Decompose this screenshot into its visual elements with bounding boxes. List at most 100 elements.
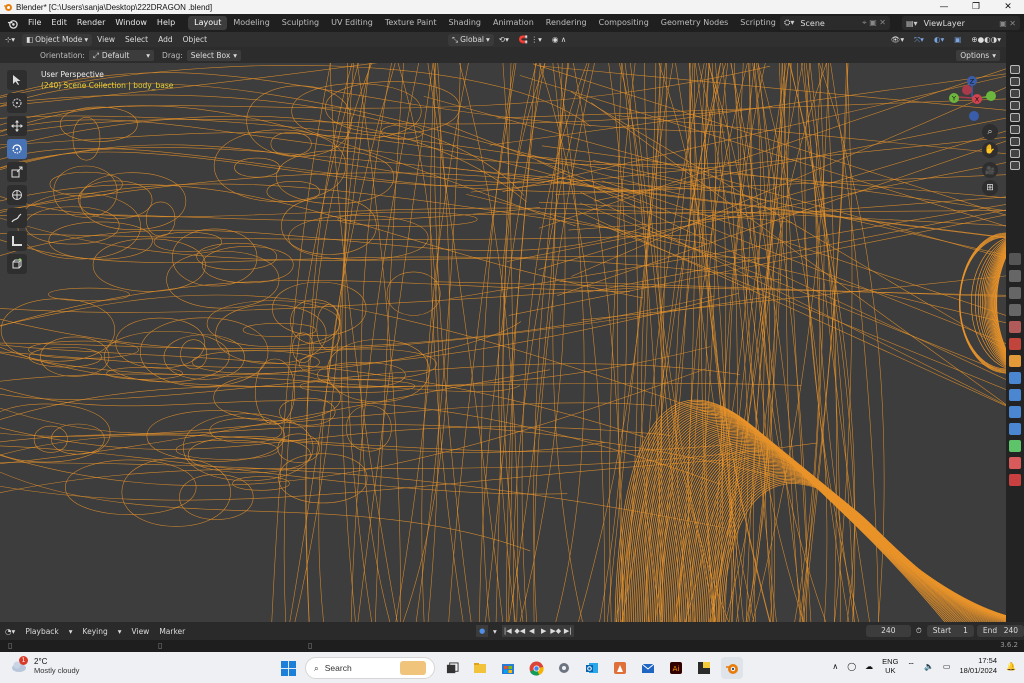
transform-orientation-dropdown[interactable]: ⤡ Global ▾ bbox=[448, 33, 494, 46]
timeline-editor-icon[interactable]: ◔▾ bbox=[0, 627, 20, 636]
annotate-tool[interactable] bbox=[7, 208, 27, 228]
perspective-toggle-button[interactable]: ⊞ bbox=[982, 180, 998, 196]
outliner-camera-toggle-icon[interactable] bbox=[1010, 125, 1020, 134]
measure-tool[interactable] bbox=[7, 231, 27, 251]
outliner-camera-toggle-icon[interactable] bbox=[1010, 65, 1020, 74]
file-explorer-icon[interactable] bbox=[469, 657, 491, 679]
taskbar-search-input[interactable]: ⌕ Search bbox=[305, 657, 435, 679]
menu-file[interactable]: File bbox=[23, 14, 46, 32]
drag-dropdown[interactable]: Select Box ▾ bbox=[186, 49, 242, 61]
world-properties-tab-icon[interactable] bbox=[1009, 338, 1021, 350]
texture-properties-tab-icon[interactable] bbox=[1009, 474, 1021, 486]
outliner-camera-toggle-icon[interactable] bbox=[1010, 161, 1020, 170]
current-frame-field[interactable]: 240 bbox=[865, 625, 911, 637]
stopwatch-icon[interactable]: ⏱ bbox=[911, 626, 927, 636]
menu-playback[interactable]: Playback bbox=[20, 627, 63, 636]
wifi-icon[interactable]: ⌔ bbox=[907, 661, 915, 671]
rotate-tool[interactable] bbox=[7, 139, 27, 159]
minimize-button[interactable]: — bbox=[928, 0, 960, 14]
chrome-icon[interactable] bbox=[525, 657, 547, 679]
pivot-icon[interactable]: ⟲▾ bbox=[494, 32, 514, 47]
outlook-icon[interactable] bbox=[581, 657, 603, 679]
menu-keying[interactable]: Keying bbox=[78, 627, 113, 636]
modifier-properties-tab-icon[interactable] bbox=[1009, 372, 1021, 384]
next-keyframe-button[interactable]: ▶◆ bbox=[549, 625, 562, 637]
chat-icon[interactable]: ◯ bbox=[847, 662, 856, 671]
transform-tool[interactable] bbox=[7, 185, 27, 205]
particle-properties-tab-icon[interactable] bbox=[1009, 389, 1021, 401]
battery-icon[interactable]: ▭ bbox=[943, 662, 951, 671]
material-properties-tab-icon[interactable] bbox=[1009, 457, 1021, 469]
camera-view-button[interactable]: 🎥 bbox=[982, 162, 998, 178]
onedrive-icon[interactable]: ☁ bbox=[865, 662, 873, 671]
outliner-camera-toggle-icon[interactable] bbox=[1010, 149, 1020, 158]
xray-icon[interactable]: ▣ bbox=[949, 32, 966, 47]
proportional-edit-icon[interactable]: ◉ ∧ bbox=[547, 32, 571, 47]
move-tool[interactable] bbox=[7, 116, 27, 136]
gizmo-toggle-icon[interactable]: ⤧▾ bbox=[909, 32, 929, 47]
clock[interactable]: 17:54 18/01/2024 bbox=[959, 656, 997, 676]
tab-texture-paint[interactable]: Texture Paint bbox=[379, 16, 443, 30]
play-reverse-button[interactable]: ◀ bbox=[525, 625, 538, 637]
visibility-icon[interactable]: 👁▾ bbox=[886, 32, 909, 47]
cursor-tool[interactable] bbox=[7, 93, 27, 113]
language-indicator[interactable]: ENG UK bbox=[882, 657, 898, 675]
tab-compositing[interactable]: Compositing bbox=[593, 16, 655, 30]
orientation-dropdown[interactable]: ⤢ Default ▾ bbox=[88, 49, 155, 61]
notifications-bell-icon[interactable]: 🔔 bbox=[1006, 662, 1016, 671]
outliner-camera-toggle-icon[interactable] bbox=[1010, 101, 1020, 110]
overlay-toggle-icon[interactable]: ◐▾ bbox=[929, 32, 949, 47]
chevron-up-icon[interactable]: ∧ bbox=[832, 662, 838, 671]
menu-window[interactable]: Window bbox=[110, 14, 152, 32]
illustrator-icon[interactable]: Ai bbox=[665, 657, 687, 679]
scale-tool[interactable] bbox=[7, 162, 27, 182]
tool-properties-tab-icon[interactable] bbox=[1009, 253, 1021, 265]
tab-shading[interactable]: Shading bbox=[442, 16, 487, 30]
gizmo-neg-z-icon[interactable] bbox=[969, 111, 979, 121]
settings-gear-icon[interactable] bbox=[553, 657, 575, 679]
task-view-icon[interactable] bbox=[441, 657, 463, 679]
tab-uv-editing[interactable]: UV Editing bbox=[325, 16, 379, 30]
blender-taskbar-icon[interactable] bbox=[721, 657, 743, 679]
physics-properties-tab-icon[interactable] bbox=[1009, 406, 1021, 418]
outliner-camera-toggle-icon[interactable] bbox=[1010, 89, 1020, 98]
shading-modes-icon[interactable]: ⊕●◐◑▾ bbox=[966, 32, 1006, 47]
microsoft-store-icon[interactable] bbox=[497, 657, 519, 679]
outliner-camera-toggle-icon[interactable] bbox=[1010, 77, 1020, 86]
play-button[interactable]: ▶ bbox=[537, 625, 550, 637]
menu-timeline-view[interactable]: View bbox=[127, 627, 155, 636]
tab-geometry-nodes[interactable]: Geometry Nodes bbox=[655, 16, 734, 30]
output-properties-tab-icon[interactable] bbox=[1009, 287, 1021, 299]
tab-scripting[interactable]: Scripting bbox=[734, 16, 782, 30]
windows-start-icon[interactable] bbox=[277, 657, 299, 679]
3d-viewport[interactable]: User Perspective (240) Scene Collection … bbox=[0, 63, 1006, 622]
menu-select[interactable]: Select bbox=[120, 32, 153, 47]
menu-view[interactable]: View bbox=[92, 32, 120, 47]
menu-render[interactable]: Render bbox=[72, 14, 110, 32]
tab-animation[interactable]: Animation bbox=[487, 16, 540, 30]
zoom-button[interactable]: ⌕ bbox=[982, 124, 998, 140]
record-button[interactable]: ● bbox=[476, 625, 488, 637]
gizmo-neg-x-icon[interactable] bbox=[962, 85, 972, 95]
maximize-button[interactable]: ❐ bbox=[960, 0, 992, 14]
jump-start-button[interactable]: |◀ bbox=[501, 625, 514, 637]
outliner-camera-toggle-icon[interactable] bbox=[1010, 113, 1020, 122]
tab-layout[interactable]: Layout bbox=[188, 16, 228, 30]
view-layer-tab-icon[interactable] bbox=[1009, 304, 1021, 316]
end-frame-field[interactable]: End 240 bbox=[976, 625, 1024, 637]
select-box-tool[interactable] bbox=[7, 70, 27, 90]
data-properties-tab-icon[interactable] bbox=[1009, 440, 1021, 452]
mail-icon[interactable] bbox=[637, 657, 659, 679]
close-button[interactable]: ✕ bbox=[992, 0, 1024, 14]
prev-keyframe-button[interactable]: ◆◀ bbox=[513, 625, 526, 637]
jump-end-button[interactable]: ▶| bbox=[561, 625, 574, 637]
object-properties-tab-icon[interactable] bbox=[1009, 355, 1021, 367]
editor-type-icon[interactable]: ⊹▾ bbox=[0, 32, 20, 47]
menu-edit[interactable]: Edit bbox=[46, 14, 72, 32]
tab-modeling[interactable]: Modeling bbox=[227, 16, 275, 30]
scene-selector[interactable]: ⛭▾ Scene ⌖ ▣ ✕ bbox=[780, 16, 890, 30]
image-viewer-icon[interactable] bbox=[609, 657, 631, 679]
mode-dropdown[interactable]: ◧ Object Mode ▾ bbox=[22, 33, 93, 46]
gizmo-y-icon[interactable] bbox=[986, 91, 996, 101]
snap-icon[interactable]: 🧲 ⋮▾ bbox=[514, 32, 547, 47]
